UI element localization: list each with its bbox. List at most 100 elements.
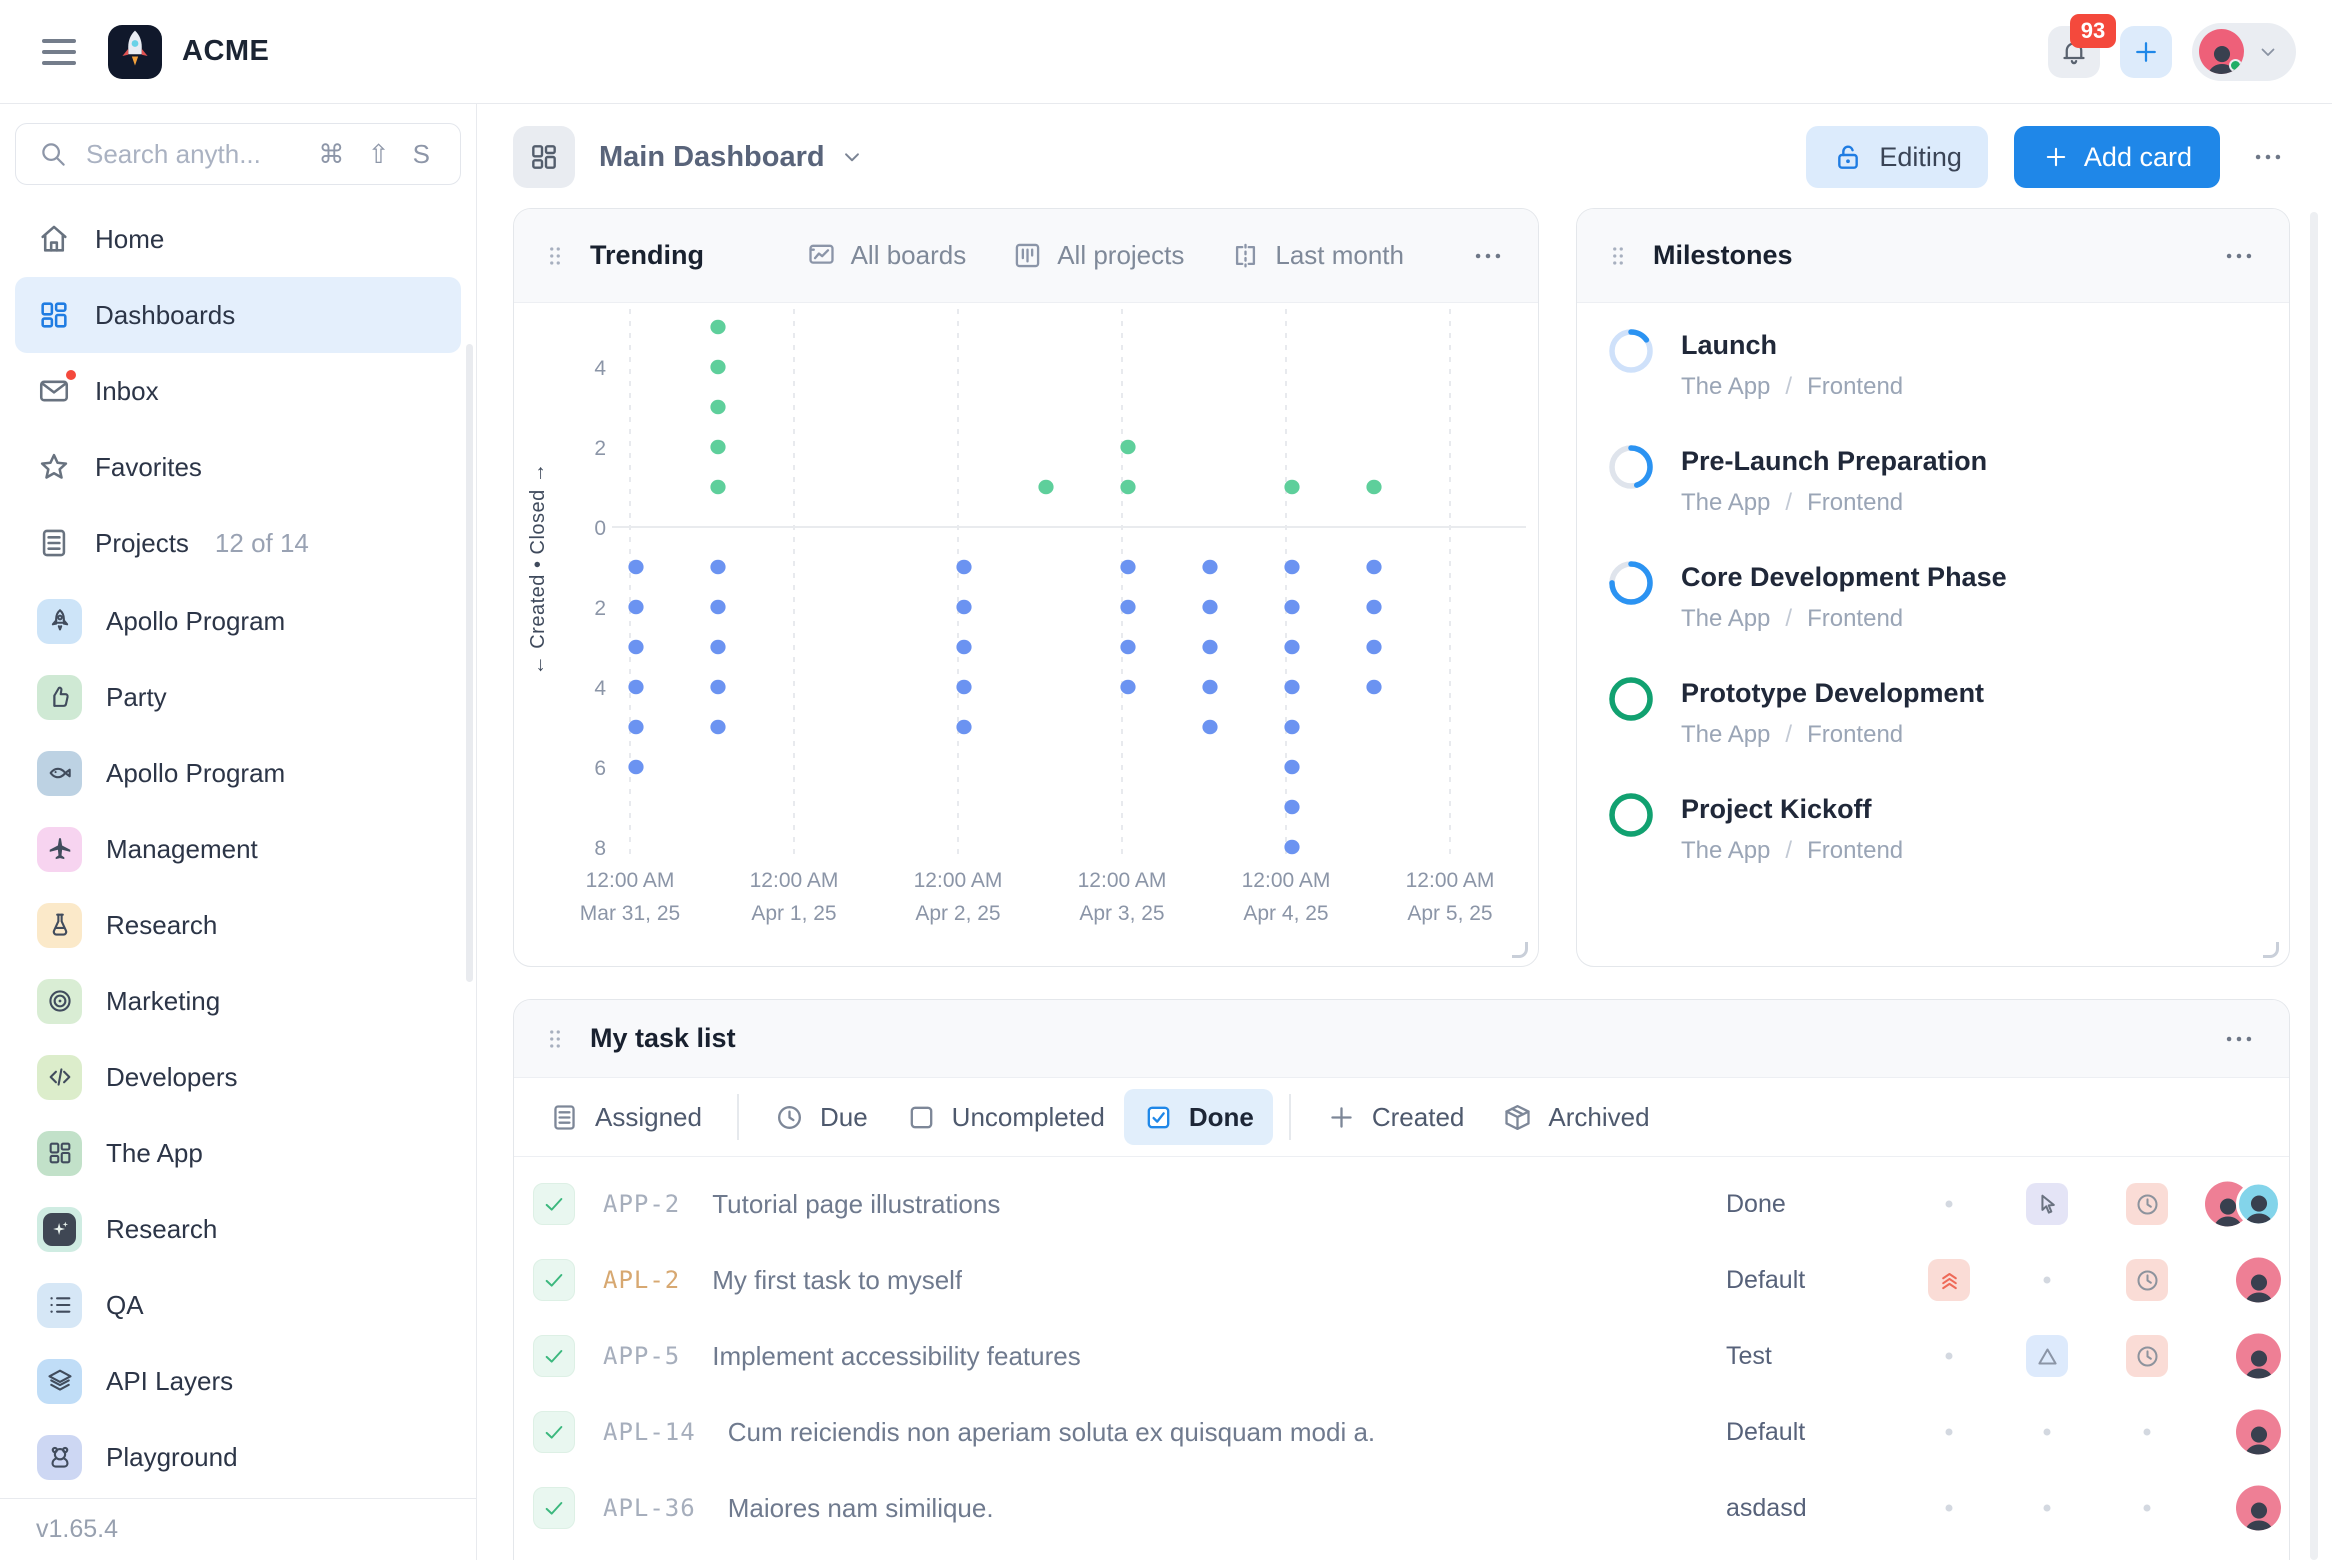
- sidebar-footer: v1.65.4: [0, 1498, 476, 1560]
- milestone-item[interactable]: LaunchThe App/Frontend: [1607, 311, 2259, 427]
- sidebar-project-item[interactable]: Marketing: [15, 963, 461, 1039]
- sidebar-project-item[interactable]: Playground: [15, 1419, 461, 1495]
- filter-last-month[interactable]: Last month: [1230, 240, 1404, 271]
- milestone-title[interactable]: Core Development Phase: [1681, 562, 2007, 593]
- sidebar-project-item[interactable]: Developers: [15, 1039, 461, 1115]
- milestone-item[interactable]: Pre-Launch PreparationThe App/Frontend: [1607, 427, 2259, 543]
- done-checkbox[interactable]: [533, 1259, 575, 1301]
- milestone-path-segment[interactable]: The App: [1681, 721, 1770, 749]
- milestone-title[interactable]: Project Kickoff: [1681, 794, 1903, 825]
- clock-badge[interactable]: [2126, 1335, 2168, 1377]
- milestone-path-segment[interactable]: The App: [1681, 837, 1770, 865]
- app-logo[interactable]: [108, 25, 162, 79]
- task-filter-created[interactable]: Created: [1307, 1089, 1484, 1145]
- search-box[interactable]: ⌘ ⇧ S: [15, 123, 461, 185]
- task-filter-due[interactable]: Due: [755, 1089, 887, 1145]
- clock-badge[interactable]: [2126, 1183, 2168, 1225]
- drag-handle-icon[interactable]: [542, 238, 568, 274]
- menu-button[interactable]: [36, 33, 82, 71]
- sparkles-icon: [43, 1213, 76, 1246]
- trending-more-button[interactable]: [1466, 234, 1510, 278]
- sidebar-item-projects[interactable]: Projects12 of 14: [15, 505, 461, 581]
- milestone-title[interactable]: Prototype Development: [1681, 678, 1984, 709]
- milestones-more-button[interactable]: [2217, 234, 2261, 278]
- task-filter-assigned[interactable]: Assigned: [530, 1089, 721, 1145]
- urgent-badge[interactable]: [1928, 1259, 1970, 1301]
- clock-badge[interactable]: [2126, 1259, 2168, 1301]
- milestone-item[interactable]: Core Development PhaseThe App/Frontend: [1607, 543, 2259, 659]
- sidebar-item-favorites[interactable]: Favorites: [15, 429, 461, 505]
- assignee-avatars[interactable]: [2236, 1334, 2281, 1379]
- task-title[interactable]: Implement accessibility features: [712, 1341, 1080, 1372]
- milestone-path-segment[interactable]: The App: [1681, 605, 1770, 633]
- milestone-item[interactable]: Project KickoffThe App/Frontend: [1607, 775, 2259, 891]
- assignee-avatars[interactable]: [2236, 1486, 2281, 1531]
- sidebar-item-dashboards[interactable]: Dashboards: [15, 277, 461, 353]
- main-content: Main Dashboard Editing Add card Tren: [477, 104, 2332, 1560]
- milestone-path-segment[interactable]: Frontend: [1807, 489, 1903, 517]
- milestone-path-segment[interactable]: Frontend: [1807, 837, 1903, 865]
- filter-all-projects[interactable]: All projects: [1012, 240, 1184, 271]
- dashboard-more-button[interactable]: [2246, 135, 2290, 179]
- table-row[interactable]: APL-14Cum reiciendis non aperiam soluta …: [514, 1394, 2289, 1470]
- task-filter-archived[interactable]: Archived: [1483, 1089, 1668, 1145]
- milestone-item[interactable]: Prototype DevelopmentThe App/Frontend: [1607, 659, 2259, 775]
- person-icon: [2238, 1420, 2280, 1455]
- done-checkbox[interactable]: [533, 1335, 575, 1377]
- task-title[interactable]: Tutorial page illustrations: [712, 1189, 1000, 1220]
- table-row[interactable]: APL-2My first task to myselfDefault: [514, 1242, 2289, 1318]
- milestone-path-segment[interactable]: The App: [1681, 489, 1770, 517]
- svg-text:Apr 1, 25: Apr 1, 25: [751, 902, 836, 925]
- resize-handle[interactable]: [2263, 942, 2279, 958]
- cursor-badge[interactable]: [2026, 1183, 2068, 1225]
- table-row[interactable]: APP-5Implement accessibility featuresTes…: [514, 1318, 2289, 1394]
- create-button[interactable]: [2120, 26, 2172, 78]
- add-card-button[interactable]: Add card: [2014, 126, 2220, 188]
- milestone-title[interactable]: Pre-Launch Preparation: [1681, 446, 1987, 477]
- sidebar-project-item[interactable]: Management: [15, 811, 461, 887]
- notifications-button[interactable]: 93: [2048, 26, 2100, 78]
- sidebar-project-item[interactable]: Apollo Program: [15, 735, 461, 811]
- sidebar-item-home[interactable]: Home: [15, 201, 461, 277]
- sidebar-project-item[interactable]: Apollo Program: [15, 583, 461, 659]
- task-more-button[interactable]: [2217, 1017, 2261, 1061]
- milestone-title[interactable]: Launch: [1681, 330, 1903, 361]
- assignee-avatars[interactable]: [2236, 1410, 2281, 1455]
- dashboard-tile-button[interactable]: [513, 126, 575, 188]
- sidebar-project-item[interactable]: Research: [15, 1191, 461, 1267]
- assignee-avatars[interactable]: [2236, 1258, 2281, 1303]
- drag-handle-icon[interactable]: [1605, 238, 1631, 274]
- sidebar-project-item[interactable]: QA: [15, 1267, 461, 1343]
- dashboard-switcher-chevron-icon[interactable]: [839, 144, 865, 170]
- task-title[interactable]: My first task to myself: [712, 1265, 962, 1296]
- triangle-badge[interactable]: [2026, 1335, 2068, 1377]
- task-title[interactable]: Cum reiciendis non aperiam soluta ex qui…: [728, 1417, 1375, 1448]
- task-title[interactable]: Maiores nam similique.: [728, 1493, 994, 1524]
- sidebar-project-item[interactable]: API Layers: [15, 1343, 461, 1419]
- editing-toggle-button[interactable]: Editing: [1806, 126, 1988, 188]
- sidebar-project-item[interactable]: Research: [15, 887, 461, 963]
- done-checkbox[interactable]: [533, 1183, 575, 1225]
- account-menu[interactable]: [2192, 23, 2296, 81]
- done-checkbox[interactable]: [533, 1487, 575, 1529]
- milestone-path-segment[interactable]: Frontend: [1807, 721, 1903, 749]
- milestone-path-segment[interactable]: Frontend: [1807, 373, 1903, 401]
- milestone-path-segment[interactable]: Frontend: [1807, 605, 1903, 633]
- done-checkbox[interactable]: [533, 1411, 575, 1453]
- task-filter-label: Archived: [1548, 1102, 1649, 1133]
- search-input[interactable]: [86, 139, 300, 170]
- table-row[interactable]: APL-36Maiores nam similique.asdasd: [514, 1470, 2289, 1546]
- assignee-avatars[interactable]: [2205, 1182, 2281, 1227]
- sidebar-project-item[interactable]: The App: [15, 1115, 461, 1191]
- page-scrollbar[interactable]: [2310, 212, 2318, 1560]
- table-row[interactable]: APP-2Tutorial page illustrationsDone: [514, 1166, 2289, 1242]
- milestone-path-segment[interactable]: The App: [1681, 373, 1770, 401]
- sidebar-item-inbox[interactable]: Inbox: [15, 353, 461, 429]
- kanban-icon: [1012, 240, 1043, 271]
- sidebar-scrollbar[interactable]: [466, 344, 473, 982]
- drag-handle-icon[interactable]: [542, 1021, 568, 1057]
- filter-all-boards[interactable]: All boards: [806, 240, 967, 271]
- task-filter-done[interactable]: Done: [1124, 1089, 1273, 1145]
- task-filter-uncompleted[interactable]: Uncompleted: [887, 1089, 1124, 1145]
- sidebar-project-item[interactable]: Party: [15, 659, 461, 735]
